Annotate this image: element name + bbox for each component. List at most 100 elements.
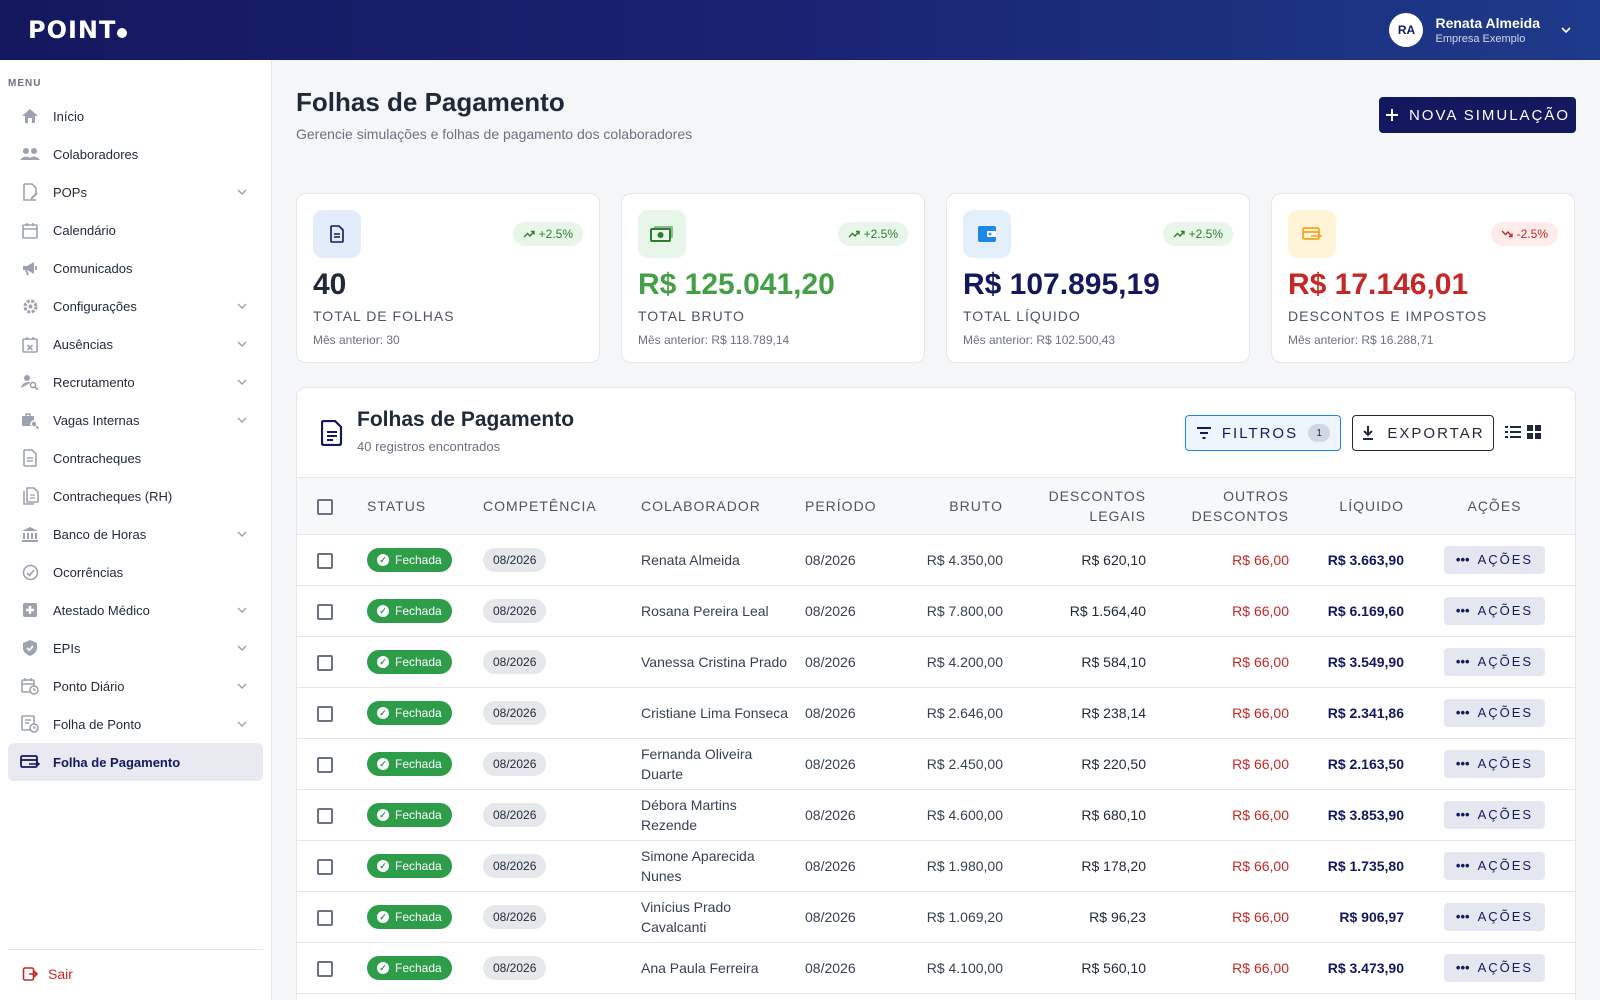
bruto-cell: R$ 1.980,00 bbox=[926, 857, 1003, 874]
sidebar-item-ocorrencias[interactable]: Ocorrências bbox=[8, 553, 263, 591]
sidebar-item-epis[interactable]: EPIs bbox=[8, 629, 263, 667]
top-bar: POINT RA Renata Almeida Empresa Exemplo bbox=[0, 0, 1600, 60]
sidebar-item-recrutamento[interactable]: Recrutamento bbox=[8, 363, 263, 401]
card-previous: Mês anterior: R$ 118.789,14 bbox=[638, 333, 790, 347]
sidebar-item-label: Folha de Ponto bbox=[53, 716, 142, 732]
row-checkbox[interactable] bbox=[317, 756, 333, 773]
sidebar-item-folha-de-ponto[interactable]: Folha de Ponto bbox=[8, 705, 263, 743]
table-row[interactable]: ✓ Fechada 08/2026 Renata Almeida 08/2026 … bbox=[297, 534, 1575, 585]
sidebar-item-calendario[interactable]: Calendário bbox=[8, 211, 263, 249]
sidebar-item-atestado-medico[interactable]: Atestado Médico bbox=[8, 591, 263, 629]
new-simulation-button[interactable]: NOVA SIMULAÇÃO bbox=[1379, 97, 1576, 133]
outros-descontos-cell: R$ 66,00 bbox=[1232, 653, 1289, 670]
summary-card: +2.5% R$ 125.041,20 TOTAL BRUTO Mês ante… bbox=[621, 193, 925, 363]
descontos-legais-cell: R$ 96,23 bbox=[1089, 908, 1146, 925]
app-logo[interactable]: POINT bbox=[28, 16, 128, 44]
row-checkbox[interactable] bbox=[317, 909, 333, 926]
header-bruto[interactable]: BRUTO bbox=[897, 478, 1011, 535]
actions-button[interactable]: ••• AÇÕES bbox=[1443, 596, 1546, 625]
liquido-cell: R$ 3.473,90 bbox=[1327, 959, 1404, 976]
sidebar-item-ausencias[interactable]: Ausências bbox=[8, 325, 263, 363]
chevron-down-icon[interactable] bbox=[237, 643, 247, 654]
descontos-legais-cell: R$ 620,10 bbox=[1081, 551, 1146, 568]
row-checkbox[interactable] bbox=[317, 552, 333, 569]
grid-view-icon[interactable] bbox=[1526, 424, 1542, 440]
sidebar-item-comunicados[interactable]: Comunicados bbox=[8, 249, 263, 287]
filters-button[interactable]: FILTROS 1 bbox=[1185, 415, 1341, 451]
bank-icon bbox=[20, 525, 40, 543]
actions-button[interactable]: ••• AÇÕES bbox=[1443, 749, 1546, 778]
user-menu[interactable]: RA Renata Almeida Empresa Exemplo bbox=[1389, 13, 1572, 47]
actions-button[interactable]: ••• AÇÕES bbox=[1443, 800, 1546, 829]
chevron-down-icon[interactable] bbox=[237, 301, 247, 312]
sidebar-item-ponto-diario[interactable]: Ponto Diário bbox=[8, 667, 263, 705]
actions-button[interactable]: ••• AÇÕES bbox=[1443, 698, 1546, 727]
sidebar-item-folha-de-pagamento[interactable]: Folha de Pagamento bbox=[8, 743, 263, 781]
sidebar-item-pops[interactable]: POPs bbox=[8, 173, 263, 211]
person-search-icon bbox=[20, 373, 40, 391]
chevron-down-icon[interactable] bbox=[237, 681, 247, 692]
row-checkbox[interactable] bbox=[317, 858, 333, 875]
actions-button[interactable]: ••• AÇÕES bbox=[1443, 647, 1546, 676]
view-toggle bbox=[1504, 424, 1542, 440]
table-row[interactable]: ✓ Fechada 08/2026 Vinícius Prado Cavalcan… bbox=[297, 891, 1575, 942]
header-liquido[interactable]: LÍQUIDO bbox=[1297, 478, 1412, 535]
sidebar-item-vagas-internas[interactable]: Vagas Internas bbox=[8, 401, 263, 439]
sidebar-item-contracheques-rh[interactable]: Contracheques (RH) bbox=[8, 477, 263, 515]
sidebar-item-banco-de-horas[interactable]: Banco de Horas bbox=[8, 515, 263, 553]
header-colaborador[interactable]: COLABORADOR bbox=[633, 478, 797, 535]
table-row[interactable]: ✓ Fechada 08/2026 Cristiane Lima Fonseca … bbox=[297, 687, 1575, 738]
actions-button[interactable]: ••• AÇÕES bbox=[1443, 545, 1546, 574]
logout-label: Sair bbox=[48, 966, 73, 982]
sidebar-item-colaboradores[interactable]: Colaboradores bbox=[8, 135, 263, 173]
table-row[interactable]: ✓ Fechada 08/2026 Ana Paula Ferreira 08/2… bbox=[297, 942, 1575, 993]
bruto-cell: R$ 4.350,00 bbox=[926, 551, 1003, 568]
row-checkbox[interactable] bbox=[317, 705, 333, 722]
sidebar-item-configuracoes[interactable]: Configurações bbox=[8, 287, 263, 325]
actions-button[interactable]: ••• AÇÕES bbox=[1443, 953, 1546, 982]
gear-icon bbox=[20, 297, 40, 315]
chevron-down-icon[interactable] bbox=[237, 339, 247, 350]
table-row[interactable]: ✓ Fechada 08/2026 Simone Aparecida Nunes … bbox=[297, 840, 1575, 891]
chevron-down-icon[interactable] bbox=[1560, 24, 1572, 36]
chevron-down-icon[interactable] bbox=[237, 415, 247, 426]
header-status[interactable]: STATUS bbox=[359, 478, 475, 535]
chevron-down-icon[interactable] bbox=[237, 719, 247, 730]
list-view-icon[interactable] bbox=[1504, 424, 1522, 440]
row-checkbox[interactable] bbox=[317, 654, 333, 671]
row-checkbox[interactable] bbox=[317, 960, 333, 977]
sidebar-item-inicio[interactable]: Início bbox=[8, 97, 263, 135]
table-row[interactable]: ✓ Fechada 08/2026 Vanessa Cristina Prado … bbox=[297, 636, 1575, 687]
header-periodo[interactable]: PERÍODO bbox=[797, 478, 897, 535]
more-icon: ••• bbox=[1455, 704, 1470, 720]
periodo-cell: 08/2026 bbox=[805, 857, 856, 874]
actions-button[interactable]: ••• AÇÕES bbox=[1443, 851, 1546, 880]
chevron-down-icon[interactable] bbox=[237, 187, 247, 198]
header-outros-descontos[interactable]: OUTROS DESCONTOS bbox=[1154, 478, 1297, 535]
sidebar-item-contracheques[interactable]: Contracheques bbox=[8, 439, 263, 477]
logout-button[interactable]: Sair bbox=[8, 966, 263, 982]
select-all-checkbox[interactable] bbox=[317, 499, 333, 516]
descontos-legais-cell: R$ 1.564,40 bbox=[1069, 602, 1146, 619]
competencia-chip: 08/2026 bbox=[483, 547, 547, 572]
page-subtitle: Gerencie simulações e folhas de pagament… bbox=[296, 126, 693, 142]
row-checkbox[interactable] bbox=[317, 807, 333, 824]
header-descontos-legais[interactable]: DESCONTOS LEGAIS bbox=[1011, 478, 1154, 535]
chevron-down-icon[interactable] bbox=[237, 377, 247, 388]
header-competencia[interactable]: COMPETÊNCIA bbox=[475, 478, 633, 535]
table-row[interactable]: ✓ Fechada 08/2026 Fernanda Oliveira Duart… bbox=[297, 738, 1575, 789]
table-row[interactable]: ✓ Fechada 08/2026 Débora Martins Rezende … bbox=[297, 789, 1575, 840]
row-checkbox[interactable] bbox=[317, 603, 333, 620]
actions-button[interactable]: ••• AÇÕES bbox=[1443, 902, 1546, 931]
export-button[interactable]: EXPORTAR bbox=[1352, 415, 1494, 451]
outros-descontos-cell: R$ 66,00 bbox=[1232, 959, 1289, 976]
chevron-down-icon[interactable] bbox=[237, 529, 247, 540]
payroll-panel: Folhas de Pagamento 40 registros encontr… bbox=[296, 387, 1576, 1000]
check-icon: ✓ bbox=[377, 859, 389, 872]
chevron-down-icon[interactable] bbox=[237, 605, 247, 616]
plus-icon bbox=[1385, 109, 1398, 121]
status-badge: ✓ Fechada bbox=[367, 649, 452, 674]
table-row[interactable]: ✓ Fechada 08/2026 Rosana Pereira Leal 08/… bbox=[297, 585, 1575, 636]
avatar[interactable]: RA bbox=[1389, 13, 1424, 47]
trend-badge: +2.5% bbox=[1162, 222, 1233, 246]
